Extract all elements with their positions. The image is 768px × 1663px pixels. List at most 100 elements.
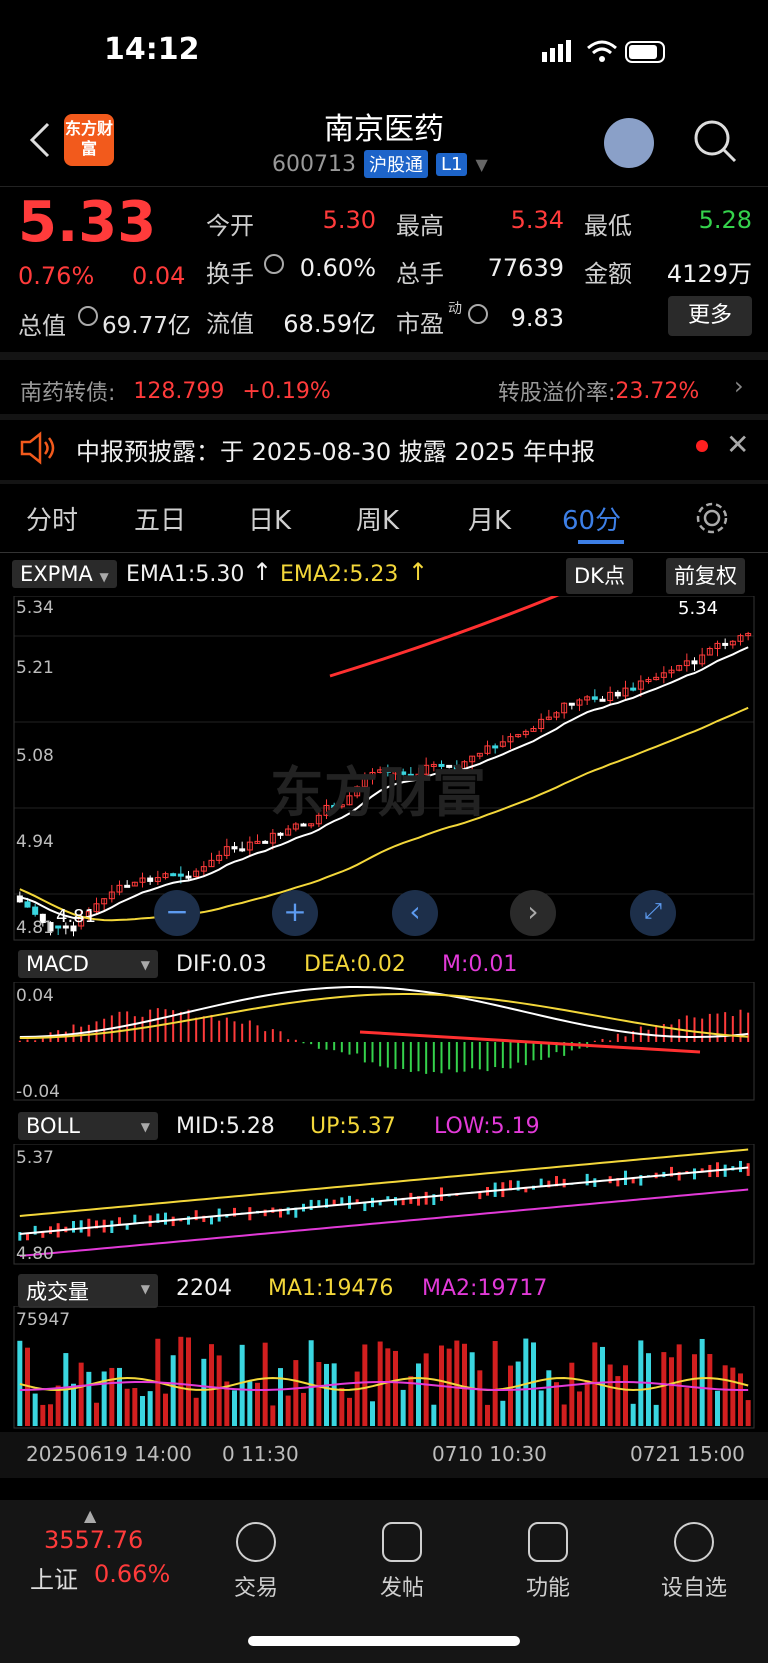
volume-bar xyxy=(661,1352,667,1426)
dk-button[interactable]: DK点 xyxy=(566,558,633,594)
volume-bar xyxy=(78,1362,84,1426)
turnover-label: 换手 xyxy=(206,260,254,288)
float-value: 68.59亿 xyxy=(283,310,376,338)
stock-code-row[interactable]: 600713 沪股通 L1 ▼ xyxy=(272,150,488,178)
x-label-2: 0 11:30 xyxy=(222,1442,299,1466)
volume-bar xyxy=(147,1391,153,1426)
boll-chart[interactable] xyxy=(0,1144,768,1266)
macd-chart[interactable] xyxy=(0,982,768,1102)
chevron-down-icon: ▼ xyxy=(140,1282,150,1296)
volume-bar xyxy=(393,1350,398,1426)
volume-bar xyxy=(170,1355,176,1426)
more-dots-icon xyxy=(674,1522,714,1562)
candle-body xyxy=(185,875,192,879)
selector-label: MACD xyxy=(26,952,89,976)
boll-y-bottom: 4.80 xyxy=(16,1244,54,1264)
volume-bar xyxy=(140,1396,145,1426)
volume-bar xyxy=(692,1354,697,1426)
scroll-right-button[interactable]: › xyxy=(510,890,556,936)
volume-bar xyxy=(262,1342,268,1426)
volume-bar xyxy=(630,1403,636,1426)
tab-zhouk[interactable]: 周K xyxy=(356,500,399,537)
info-icon[interactable] xyxy=(78,306,98,326)
candle-body xyxy=(630,687,637,691)
scroll-left-button[interactable]: ‹ xyxy=(392,890,438,936)
y-label-top: 5.34 xyxy=(16,598,54,618)
robot-avatar-icon[interactable] xyxy=(604,118,654,168)
volume-bar xyxy=(653,1404,659,1426)
indicator-selector-boll[interactable]: BOLL ▼ xyxy=(18,1112,158,1140)
candle-body xyxy=(231,846,238,850)
volume-bar xyxy=(331,1363,337,1426)
volume-bar xyxy=(124,1388,130,1426)
index-value[interactable]: 3557.76 xyxy=(44,1526,143,1554)
nav-post[interactable]: 发帖 xyxy=(352,1522,452,1602)
bond-row[interactable]: 南药转债: 128.799 +0.19% xyxy=(20,368,331,414)
home-indicator xyxy=(248,1636,520,1646)
volume-bar xyxy=(232,1390,237,1426)
indicator-selector-volume[interactable]: 成交量 ▼ xyxy=(18,1274,158,1308)
close-icon[interactable]: ✕ xyxy=(726,428,749,461)
fq-button[interactable]: 前复权 xyxy=(666,558,745,594)
float-label: 流值 xyxy=(206,310,254,338)
tab-indicator xyxy=(578,540,624,544)
volume-bar xyxy=(508,1365,513,1426)
ma1-label: MA1:19476 xyxy=(268,1276,394,1301)
chevron-down-icon: ▼ xyxy=(140,1120,150,1134)
tab-wuri[interactable]: 五日 xyxy=(134,500,186,537)
search-icon[interactable] xyxy=(692,118,738,164)
tab-yuek[interactable]: 月K xyxy=(468,500,511,537)
indicator-selector-macd[interactable]: MACD ▼ xyxy=(18,950,158,978)
stock-code: 600713 xyxy=(272,151,356,177)
volume-chart[interactable] xyxy=(0,1306,768,1430)
y-label-3: 5.08 xyxy=(16,746,54,766)
volume-bar xyxy=(738,1373,743,1426)
zoom-in-button[interactable]: + xyxy=(272,890,318,936)
fullscreen-icon[interactable]: ⤢ xyxy=(630,890,676,936)
volume-bar xyxy=(86,1371,92,1426)
gear-icon[interactable] xyxy=(692,498,732,538)
candle-body xyxy=(177,873,184,877)
bond-change: +0.19% xyxy=(242,378,331,404)
status-time: 14:12 xyxy=(104,32,200,67)
volume-bar xyxy=(216,1355,222,1426)
indicator-selector-main[interactable]: EXPMA ▼ xyxy=(12,560,117,588)
volume-bar xyxy=(293,1360,299,1426)
chevron-right-icon[interactable]: › xyxy=(734,372,744,400)
volume-bar xyxy=(94,1402,99,1426)
tab-rik[interactable]: 日K xyxy=(248,500,291,537)
volume-bar xyxy=(515,1361,521,1426)
volume-bar xyxy=(416,1363,421,1426)
tab-60min[interactable]: 60分 xyxy=(562,500,621,537)
turnover-value: 0.60% xyxy=(299,254,376,282)
zoom-out-button[interactable]: − xyxy=(154,890,200,936)
tab-fenshi[interactable]: 分时 xyxy=(26,500,78,537)
volume-bar xyxy=(285,1395,291,1426)
volume-bar xyxy=(347,1397,352,1426)
volume-bar xyxy=(577,1391,582,1426)
bond-premium[interactable]: 转股溢价率: 23.72% xyxy=(498,368,699,414)
selector-label: EXPMA xyxy=(20,562,93,586)
x-label-1: 20250619 14:00 xyxy=(26,1442,192,1466)
volume-bar xyxy=(669,1357,674,1426)
notice-text[interactable]: 中报预披露：于 2025-08-30 披露 2025 年中报 xyxy=(76,432,595,467)
volume-bar xyxy=(55,1385,61,1426)
candle-body xyxy=(591,696,598,700)
nav-watch[interactable]: 设自选 xyxy=(644,1522,744,1602)
nav-trade[interactable]: 交易 xyxy=(206,1522,306,1602)
volume-bar xyxy=(278,1368,283,1426)
yuan-exchange-icon xyxy=(236,1522,276,1562)
macd-y-top: 0.04 xyxy=(16,986,54,1006)
dea-label: DEA:0.02 xyxy=(304,952,406,977)
index-name: 上证 xyxy=(30,1566,78,1594)
nav-function[interactable]: 功能 xyxy=(498,1522,598,1602)
mid-label: MID:5.28 xyxy=(176,1114,275,1139)
low-label: 最低 xyxy=(584,212,632,240)
candle-body xyxy=(262,840,269,844)
low-label: LOW:5.19 xyxy=(434,1114,540,1139)
info-icon[interactable] xyxy=(264,254,284,274)
candle-body xyxy=(614,691,621,697)
volume-bar xyxy=(707,1354,713,1426)
more-button[interactable]: 更多 xyxy=(668,296,752,336)
y-label-4: 4.94 xyxy=(16,832,54,852)
